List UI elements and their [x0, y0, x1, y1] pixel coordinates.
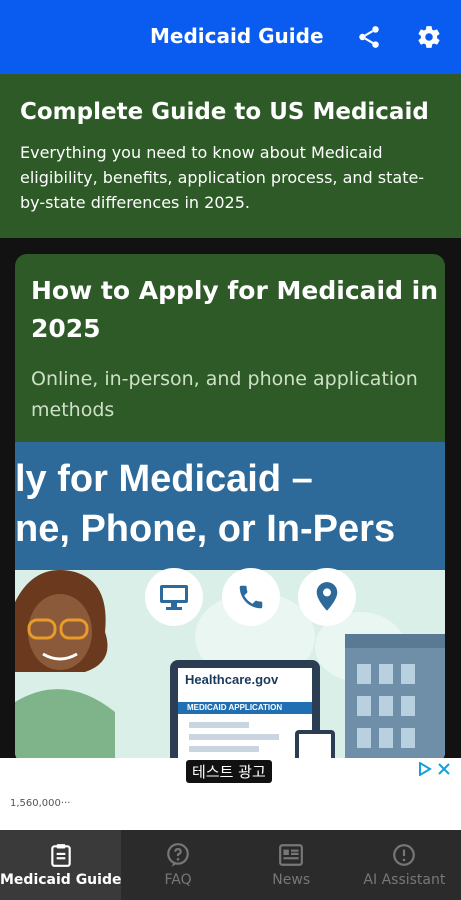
share-icon — [359, 26, 379, 48]
info-icon — [393, 844, 416, 866]
card-image: ly for Medicaid – ne, Phone, or In-Pers — [15, 442, 445, 764]
gear-icon — [418, 26, 440, 48]
nav-item-news[interactable]: News — [235, 830, 348, 900]
news-icon — [279, 844, 304, 866]
ad-banner[interactable]: 테스트 광고 1,560,000··· — [0, 758, 461, 830]
computer-icon — [145, 568, 203, 626]
card-subtitle: Online, in-person, and phone application… — [31, 368, 418, 421]
ad-label: 테스트 광고 — [186, 760, 272, 783]
hero-title: Complete Guide to US Medicaid — [20, 99, 429, 125]
nav-item-medicaid-guide[interactable]: Medicaid Guide — [0, 830, 122, 900]
card-title: How to Apply for Medicaid in 2025 — [31, 276, 439, 343]
app-bar: Medicaid Guide — [0, 0, 461, 74]
share-button[interactable] — [354, 22, 384, 52]
nav-item-ai-assistant[interactable]: AI Assistant — [348, 830, 461, 900]
location-icon — [298, 568, 356, 626]
laptop-brand: Healthcare.gov — [185, 672, 279, 687]
image-banner-line1: ly for Medicaid – — [15, 458, 313, 500]
laptop-heading: MEDICAID APPLICATION — [187, 703, 283, 712]
image-banner-line2: ne, Phone, or In-Pers — [15, 508, 396, 550]
phone-icon — [222, 568, 280, 626]
question-icon — [167, 843, 189, 867]
app-title: Medicaid Guide — [150, 24, 324, 48]
nav-label: News — [272, 872, 311, 888]
ad-choices[interactable] — [418, 762, 450, 776]
close-icon[interactable] — [438, 763, 450, 775]
hero-description: Everything you need to know about Medica… — [20, 143, 425, 212]
clipboard-icon — [50, 844, 71, 867]
settings-button[interactable] — [414, 22, 444, 52]
ad-choices-icon — [419, 762, 432, 776]
ad-text: 1,560,000··· — [10, 798, 71, 809]
person-illustration — [15, 570, 115, 762]
nav-item-faq[interactable]: FAQ — [121, 830, 234, 900]
nav-label: FAQ — [164, 872, 192, 888]
article-card[interactable]: How to Apply for Medicaid in 2025 Online… — [15, 254, 445, 764]
hero-section: Complete Guide to US Medicaid Everything… — [0, 74, 461, 238]
building-illustration — [345, 634, 445, 764]
bottom-navigation: Medicaid Guide FAQ News AI Assistant — [0, 830, 461, 900]
nav-label: Medicaid Guide — [0, 872, 122, 888]
nav-label: AI Assistant — [363, 872, 446, 888]
